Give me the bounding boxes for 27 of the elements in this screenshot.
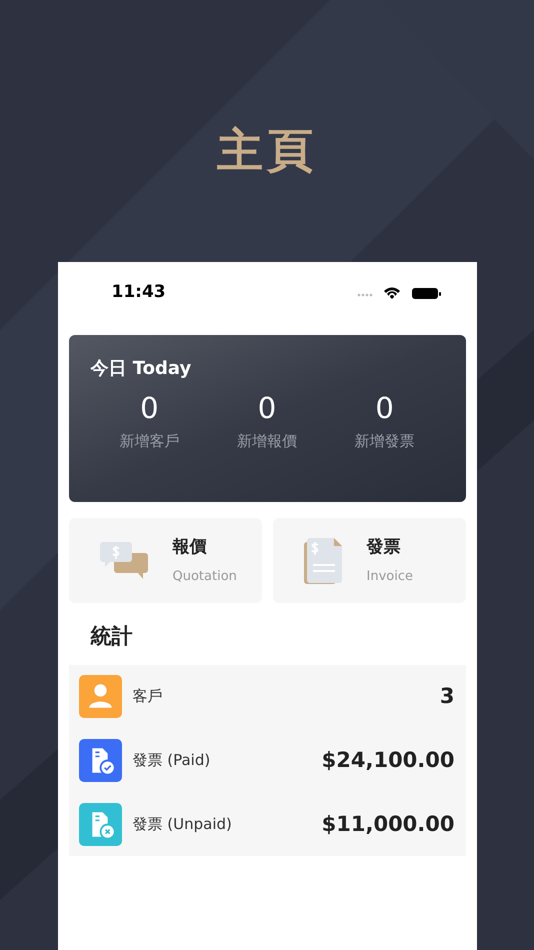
stat-value: 0 xyxy=(140,390,159,426)
statistic-value: $24,100.00 xyxy=(322,746,456,774)
shortcut-title: 發票 xyxy=(366,536,400,559)
stat-value: 0 xyxy=(258,390,276,426)
shortcut-title: 報價 xyxy=(172,536,206,559)
stat-label: 新增報價 xyxy=(236,431,297,452)
statistic-label: 發票 (Paid) xyxy=(132,750,210,772)
statistic-value: $11,000.00 xyxy=(322,810,456,838)
wifi-icon xyxy=(384,288,400,299)
stat-value: 0 xyxy=(375,390,394,426)
today-title: 今日 Today xyxy=(90,357,192,381)
shortcut-subtitle: Quotation xyxy=(172,568,237,586)
shortcut-card[interactable]: 發票 Invoice xyxy=(272,518,466,603)
statistic-value: 3 xyxy=(440,682,456,710)
signal-icon xyxy=(357,294,372,296)
battery-icon xyxy=(412,288,440,299)
stat-label: 新增客戶 xyxy=(119,431,180,452)
status-time: 11:43 xyxy=(112,281,166,304)
statistic-label: 發票 (Unpaid) xyxy=(132,814,232,836)
statistic-label: 客戶 xyxy=(132,686,162,708)
page-title: 主頁 xyxy=(217,122,317,179)
section-title: 統計 xyxy=(90,623,134,650)
document-icon xyxy=(302,538,342,584)
shortcut-card[interactable]: 報價 Quotation xyxy=(68,518,262,603)
shortcut-subtitle: Invoice xyxy=(366,568,413,586)
chat-bubbles-icon xyxy=(98,540,148,580)
stat-label: 新增發票 xyxy=(354,431,415,452)
